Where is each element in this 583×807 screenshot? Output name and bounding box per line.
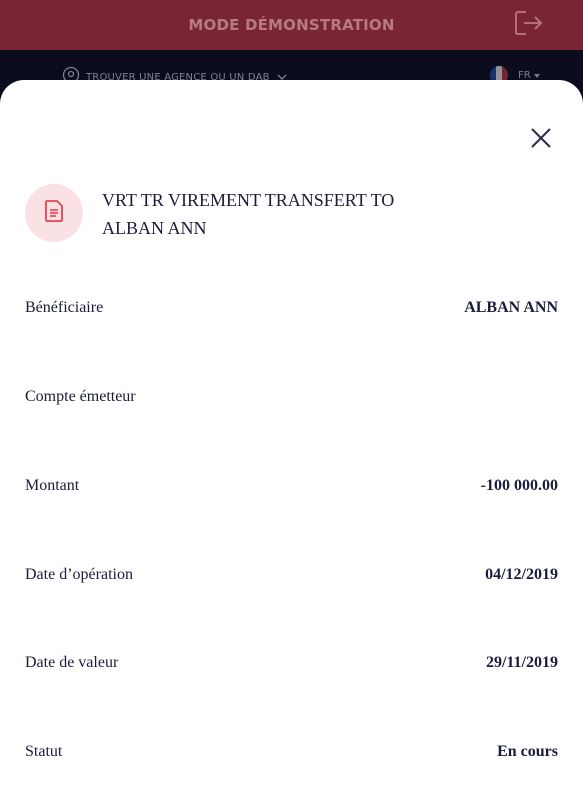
transaction-detail-modal: VRT TR VIREMENT TRANSFERT TO ALBAN ANN B… <box>0 80 583 807</box>
detail-row-amount: Montant -100 000.00 <box>25 474 558 498</box>
detail-label: Montant <box>25 477 80 494</box>
demo-mode-title: MODE DÉMONSTRATION <box>188 16 395 34</box>
detail-value: 29/11/2019 <box>485 654 558 671</box>
detail-row-status: Statut En cours <box>25 740 558 764</box>
document-icon <box>44 199 64 228</box>
detail-label: Date de valeur <box>25 654 119 671</box>
transaction-icon-badge <box>25 184 83 242</box>
detail-row-source-account: Compte émetteur <box>25 385 558 409</box>
detail-label: Statut <box>25 743 63 760</box>
detail-row-operation-date: Date d’opération 04/12/2019 <box>25 563 558 587</box>
detail-value: En cours <box>497 743 558 760</box>
language-label: FR <box>518 69 531 81</box>
demo-mode-banner: MODE DÉMONSTRATION <box>0 0 583 50</box>
logout-button[interactable] <box>513 10 545 40</box>
close-icon <box>528 128 554 155</box>
transaction-title: VRT TR VIREMENT TRANSFERT TO ALBAN ANN <box>102 190 395 238</box>
detail-value: ALBAN ANN <box>464 299 558 316</box>
detail-row-beneficiary: Bénéficiaire ALBAN ANN <box>25 296 558 320</box>
detail-row-value-date: Date de valeur 29/11/2019 <box>25 651 558 675</box>
detail-value: 04/12/2019 <box>485 566 558 583</box>
detail-label: Bénéficiaire <box>25 299 104 316</box>
detail-value: -100 000.00 <box>480 477 558 494</box>
logout-icon <box>514 10 544 41</box>
detail-label: Compte émetteur <box>25 388 136 405</box>
detail-label: Date d’opération <box>25 566 133 583</box>
close-button[interactable] <box>528 125 554 151</box>
